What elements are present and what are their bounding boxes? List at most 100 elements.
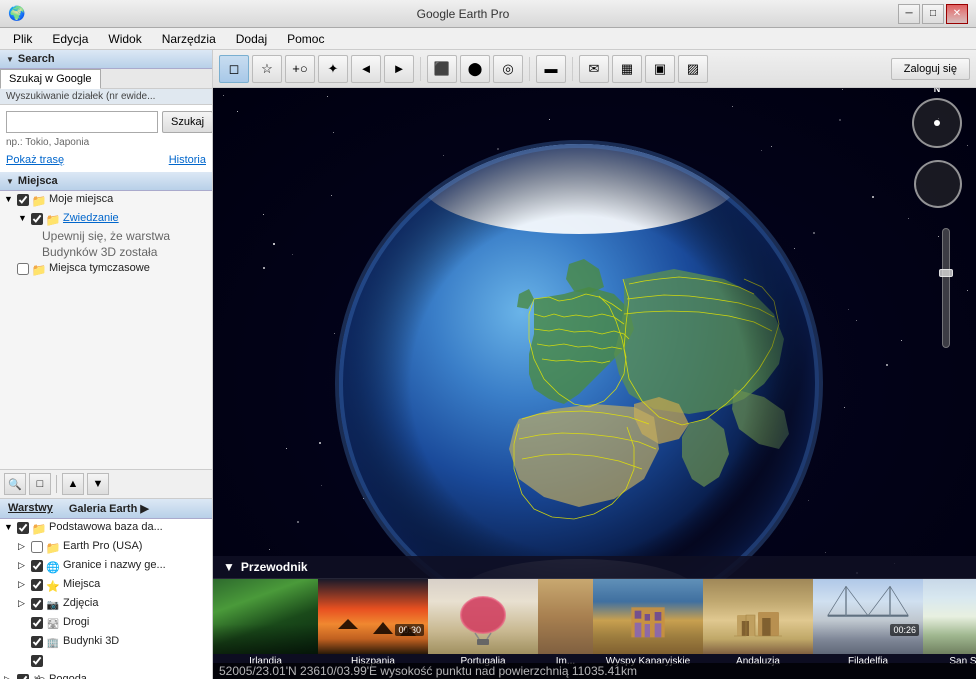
- measure-button[interactable]: ►: [384, 55, 414, 83]
- path-button[interactable]: ◄: [351, 55, 381, 83]
- menu-dodaj[interactable]: Dodaj: [227, 29, 276, 49]
- titlebar-icon: 🌍: [8, 5, 28, 22]
- menu-pomoc[interactable]: Pomoc: [278, 29, 333, 49]
- compass-center-dot: [934, 120, 940, 126]
- search-title: Search: [18, 53, 55, 65]
- tour-subtext: Upewnij się, że warstwa Budynków 3D zost…: [0, 229, 212, 260]
- email-button[interactable]: ✉: [579, 55, 609, 83]
- window-title: Google Earth Pro: [28, 7, 898, 21]
- checkbox-roads[interactable]: [31, 617, 43, 629]
- checkbox-photos[interactable]: [31, 598, 43, 610]
- checkbox-my-places[interactable]: [17, 194, 29, 206]
- checkbox-weather[interactable]: [17, 674, 29, 679]
- earth-button[interactable]: ⬛: [427, 55, 457, 83]
- expand-borders-icon[interactable]: ▷: [18, 560, 28, 571]
- earth-globe-svg: [334, 139, 824, 629]
- folder-button[interactable]: □: [29, 473, 51, 495]
- folder-base-icon: 📁: [32, 522, 46, 536]
- places-header[interactable]: ▼ Miejsca: [0, 172, 212, 191]
- maximize-button[interactable]: □: [922, 4, 944, 24]
- folder-my-places-icon: 📁: [32, 194, 46, 208]
- history-link[interactable]: Historia: [169, 154, 206, 166]
- expand-weather-icon[interactable]: ▷: [4, 674, 14, 679]
- expand-base-icon[interactable]: ▼: [4, 522, 14, 532]
- save-button[interactable]: ▣: [645, 55, 675, 83]
- layers-section: Warstwy Galeria Earth ▶ ▼ 📁 Podstawowa b…: [0, 498, 212, 679]
- tree-item-my-places: ▼ 📁 Moje miejsca: [0, 191, 212, 210]
- places-title: Miejsca: [18, 175, 58, 187]
- checkbox-borders[interactable]: [31, 560, 43, 572]
- menu-edycja[interactable]: Edycja: [43, 29, 97, 49]
- places-arrow-icon: ▼: [6, 177, 14, 186]
- expand-places-icon[interactable]: ▷: [18, 579, 28, 590]
- move-up-button[interactable]: ▲: [62, 473, 84, 495]
- polygon-button[interactable]: ✦: [318, 55, 348, 83]
- maps-button[interactable]: ▨: [678, 55, 708, 83]
- view-2d-button[interactable]: ◻: [219, 55, 249, 83]
- menubar: Plik Edycja Widok Narzędzia Dodaj Pomoc: [0, 28, 976, 50]
- main-layout: ▼ Search Szukaj w Google Wyszukiwanie dz…: [0, 50, 976, 679]
- move-down-button[interactable]: ▼: [87, 473, 109, 495]
- folder-earth-pro-icon: 📁: [46, 541, 60, 555]
- status-coords: 52005/23.01'N 23610/03.99'E wysokość pun…: [219, 664, 637, 678]
- tour-label[interactable]: Zwiedzanie: [63, 212, 206, 224]
- earth-pro-label: Earth Pro (USA): [63, 540, 206, 552]
- menu-narzedzia[interactable]: Narzędzia: [153, 29, 225, 49]
- right-panel: ◻ ☆ +○ ✦ ◄ ► ⬛ ⬤ ◎ ▬ ✉ ▦ ▣ ▨ Zaloguj się: [213, 50, 976, 679]
- layer-item-borders: ▷ 🌐 Granice i nazwy ge...: [0, 557, 212, 576]
- checkbox-buildings[interactable]: [31, 636, 43, 648]
- layers-content: ▼ 📁 Podstawowa baza da... ▷ 📁 Earth Pro …: [0, 519, 212, 679]
- menu-widok[interactable]: Widok: [99, 29, 150, 49]
- login-button[interactable]: Zaloguj się: [891, 58, 970, 80]
- menu-plik[interactable]: Plik: [4, 29, 41, 49]
- checkbox-tour[interactable]: [31, 213, 43, 225]
- compass-n-label: N: [934, 88, 941, 94]
- checkbox-base[interactable]: [17, 522, 29, 534]
- compass-ring[interactable]: [912, 98, 962, 148]
- tour-button[interactable]: ◎: [493, 55, 523, 83]
- checkbox-earth-pro[interactable]: [31, 541, 43, 553]
- search-input[interactable]: [6, 111, 158, 133]
- add-placemark-button[interactable]: +○: [285, 55, 315, 83]
- sky-button[interactable]: ⬤: [460, 55, 490, 83]
- tilt-control[interactable]: [914, 160, 962, 208]
- search-tab-parcels[interactable]: Wyszukiwanie działek (nr ewide...: [0, 89, 212, 105]
- expand-my-places-icon[interactable]: ▼: [4, 194, 14, 204]
- expand-earth-pro-icon[interactable]: ▷: [18, 541, 28, 552]
- checkbox-unknown[interactable]: [31, 655, 43, 667]
- search-tab-google[interactable]: Szukaj w Google: [0, 69, 101, 89]
- search-header[interactable]: ▼ Search: [0, 50, 212, 69]
- expand-photos-icon[interactable]: ▷: [18, 598, 28, 609]
- earth-view[interactable]: N ▼ Przewodnik: [213, 88, 976, 679]
- guide-bar: ▼ Przewodnik Irlandia 00:30: [213, 556, 976, 679]
- zoom-thumb[interactable]: [939, 269, 953, 277]
- placemark-button[interactable]: ☆: [252, 55, 282, 83]
- minimize-button[interactable]: ─: [898, 4, 920, 24]
- route-link[interactable]: Pokaż trasę: [6, 154, 64, 166]
- star-places-icon: ⭐: [46, 579, 60, 593]
- add-place-button[interactable]: 🔍: [4, 473, 26, 495]
- search-row: Szukaj: [6, 111, 206, 133]
- globe-borders-icon: 🌐: [46, 560, 60, 574]
- guide-title: Przewodnik: [241, 560, 308, 574]
- roads-label: Drogi: [63, 616, 206, 628]
- tree-item-tour: ▼ 📁 Zwiedzanie: [0, 210, 212, 229]
- tree-item-temp-places: ▷ 📁 Miejsca tymczasowe: [0, 260, 212, 279]
- close-button[interactable]: ✕: [946, 4, 968, 24]
- zoom-slider[interactable]: [942, 228, 950, 348]
- borders-label: Granice i nazwy ge...: [63, 559, 206, 571]
- navigation-compass[interactable]: N: [912, 98, 962, 148]
- layers-tab-gallery[interactable]: Galeria Earth ▶: [61, 499, 157, 518]
- tour-subtext-line1: Upewnij się, że warstwa: [42, 229, 170, 243]
- search-button[interactable]: Szukaj: [162, 111, 213, 133]
- search-content: Szukaj np.: Tokio, Japonia Pokaż trasę H…: [0, 105, 212, 172]
- expand-tour-icon[interactable]: ▼: [18, 213, 28, 223]
- layers-tab-warstwy[interactable]: Warstwy: [0, 499, 61, 518]
- layer-item-weather: ▷ 🌤 Pogoda: [0, 671, 212, 679]
- print-button[interactable]: ▦: [612, 55, 642, 83]
- historical-button[interactable]: ▬: [536, 55, 566, 83]
- search-section: ▼ Search Szukaj w Google Wyszukiwanie dz…: [0, 50, 212, 172]
- checkbox-temp-places[interactable]: [17, 263, 29, 275]
- guide-header[interactable]: ▼ Przewodnik: [213, 556, 976, 579]
- checkbox-places[interactable]: [31, 579, 43, 591]
